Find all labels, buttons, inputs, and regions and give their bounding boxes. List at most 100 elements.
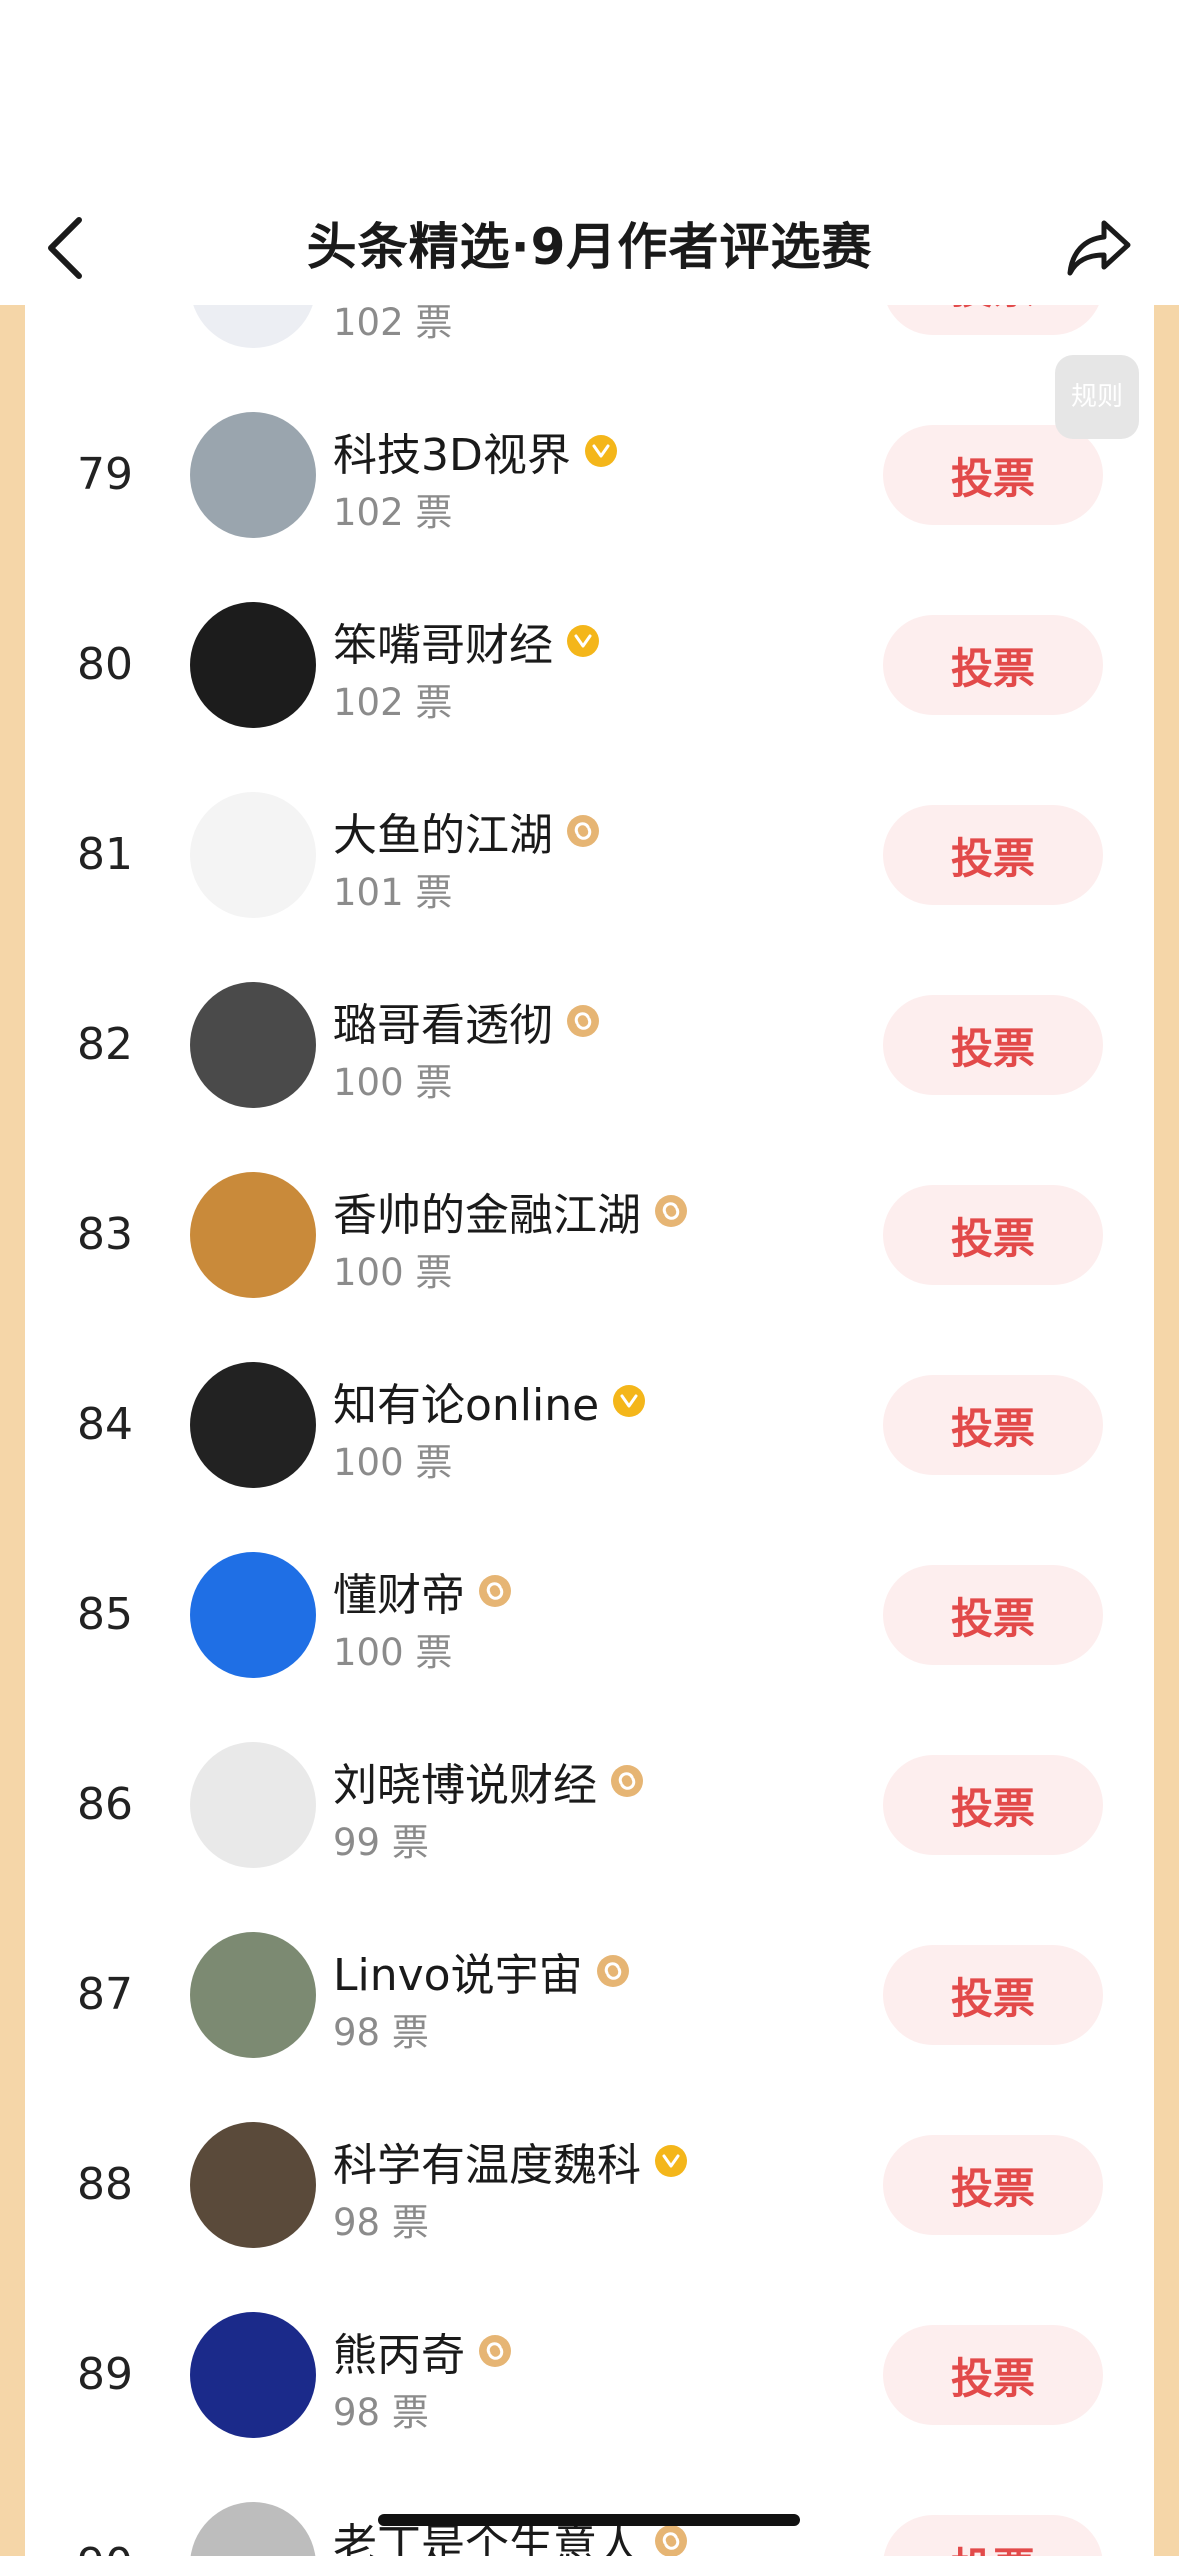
vote-button[interactable]: 投票 bbox=[883, 1755, 1103, 1855]
vote-count-unit: 票 bbox=[415, 1631, 453, 1674]
avatar[interactable] bbox=[190, 982, 316, 1108]
author-name[interactable]: 科学有温度魏科 bbox=[333, 2129, 641, 2193]
vote-count: 99 票 bbox=[333, 1812, 429, 1866]
list-item: 83 香帅的金融江湖 100 票投票 bbox=[25, 1140, 1154, 1330]
author-name-line: 懂财帝 bbox=[333, 1559, 511, 1623]
vote-button[interactable]: 投票 bbox=[883, 1185, 1103, 1285]
vote-button[interactable]: 投票 bbox=[883, 425, 1103, 525]
rank-number: 82 bbox=[77, 1019, 133, 1070]
author-name[interactable]: Linvo说宇宙 bbox=[333, 1939, 583, 2003]
rank-number: 83 bbox=[77, 1209, 133, 1260]
author-name-line: 熊丙奇 bbox=[333, 2319, 511, 2383]
author-name[interactable]: 璐哥看透彻 bbox=[333, 989, 553, 1053]
list-item: 86 刘晓博说财经 99 票 投票 bbox=[25, 1710, 1154, 1900]
verified-badge-icon bbox=[655, 2145, 687, 2177]
vote-count: 102 票 bbox=[333, 482, 452, 536]
vote-count-unit: 票 bbox=[415, 1251, 453, 1294]
vote-button[interactable]: 投票 bbox=[883, 615, 1103, 715]
author-name[interactable]: 懂财帝 bbox=[333, 1559, 465, 1623]
avatar[interactable] bbox=[190, 1172, 316, 1298]
author-name-line: Linvo说宇宙 bbox=[333, 1939, 629, 2003]
home-indicator bbox=[378, 2514, 800, 2526]
avatar[interactable] bbox=[190, 2312, 316, 2438]
vote-count: 100 票 bbox=[333, 1432, 452, 1486]
list-item: 102 票 投票 bbox=[25, 305, 1154, 380]
rank-number: 88 bbox=[77, 2159, 133, 2210]
list-item: 81 大鱼的江湖 101 票投票 bbox=[25, 760, 1154, 950]
vote-count-number: 98 bbox=[333, 2391, 381, 2434]
avatar[interactable] bbox=[190, 1552, 316, 1678]
verified-badge-icon bbox=[567, 625, 599, 657]
verified-badge-icon bbox=[567, 815, 599, 847]
vote-count: 100 票 bbox=[333, 1052, 452, 1106]
vote-count-number: 102 bbox=[333, 491, 404, 534]
list-item: 90老丁是个生意人投票 bbox=[25, 2470, 1154, 2556]
vote-button[interactable]: 投票 bbox=[883, 1945, 1103, 2045]
list-item: 79 科技3D视界 102 票投票 bbox=[25, 380, 1154, 570]
vote-count-unit: 票 bbox=[391, 2391, 429, 2434]
vote-count-number: 99 bbox=[333, 1821, 381, 1864]
vote-count: 102 票 bbox=[333, 672, 452, 726]
list-item: 89 熊丙奇 98 票投票 bbox=[25, 2280, 1154, 2470]
author-name[interactable]: 知有论online bbox=[333, 1369, 599, 1433]
author-name[interactable]: 刘晓博说财经 bbox=[333, 1749, 597, 1813]
list-item: 85 懂财帝 100 票投票 bbox=[25, 1520, 1154, 1710]
avatar[interactable] bbox=[190, 602, 316, 728]
vote-count-number: 98 bbox=[333, 2011, 381, 2054]
share-button[interactable] bbox=[1059, 208, 1139, 288]
vote-count: 98 票 bbox=[333, 2002, 429, 2056]
vote-count-number: 101 bbox=[333, 871, 404, 914]
vote-count: 101 票 bbox=[333, 862, 452, 916]
author-name[interactable]: 熊丙奇 bbox=[333, 2319, 465, 2383]
list-item: 80 笨嘴哥财经 102 票投票 bbox=[25, 570, 1154, 760]
vote-button[interactable]: 投票 bbox=[883, 1565, 1103, 1665]
vote-button[interactable]: 投票 bbox=[883, 305, 1103, 335]
rank-number: 86 bbox=[77, 1779, 133, 1830]
author-name-line: 大鱼的江湖 bbox=[333, 799, 599, 863]
rank-number: 79 bbox=[77, 449, 133, 500]
author-name[interactable]: 大鱼的江湖 bbox=[333, 799, 553, 863]
avatar[interactable] bbox=[190, 2122, 316, 2248]
avatar[interactable] bbox=[190, 305, 316, 348]
vote-count-number: 100 bbox=[333, 1441, 404, 1484]
vote-count-unit: 票 bbox=[415, 1441, 453, 1484]
author-name[interactable]: 科技3D视界 bbox=[333, 419, 571, 483]
verified-badge-icon bbox=[584, 435, 617, 467]
list-item: 82 璐哥看透彻 100 票投票 bbox=[25, 950, 1154, 1140]
list-item: 87 Linvo说宇宙 98 票投票 bbox=[25, 1900, 1154, 2090]
vote-button[interactable]: 投票 bbox=[883, 2515, 1103, 2556]
vote-count: 98 票 bbox=[333, 2382, 429, 2436]
author-name[interactable]: 笨嘴哥财经 bbox=[333, 609, 553, 673]
list-item: 84 知有论online 100 票投票 bbox=[25, 1330, 1154, 1520]
verified-badge-icon bbox=[567, 1005, 599, 1037]
verified-badge-icon bbox=[479, 2335, 511, 2367]
vote-count-unit: 票 bbox=[391, 2011, 429, 2054]
rank-number: 90 bbox=[60, 2470, 150, 2556]
vote-count-number: 100 bbox=[333, 1061, 404, 1104]
verified-badge-icon bbox=[655, 1195, 687, 1227]
avatar[interactable] bbox=[190, 1932, 316, 2058]
vote-count-unit: 票 bbox=[391, 2201, 429, 2244]
author-name-line: 璐哥看透彻 bbox=[333, 989, 599, 1053]
avatar[interactable] bbox=[190, 792, 316, 918]
vote-count-unit: 票 bbox=[415, 491, 453, 534]
rules-button[interactable]: 规则 bbox=[1055, 355, 1139, 439]
ranking-list: 102 票 投票 79科技3D视界102 票投票80笨嘴哥财经102 票投票81… bbox=[25, 305, 1154, 2556]
vote-button[interactable]: 投票 bbox=[883, 995, 1103, 1095]
vote-button[interactable]: 投票 bbox=[883, 2325, 1103, 2425]
avatar[interactable] bbox=[190, 412, 316, 538]
top-nav-bar: 头条精选·9月作者评选赛 bbox=[0, 190, 1179, 305]
vote-count: 102 票 bbox=[333, 305, 453, 344]
author-name[interactable]: 香帅的金融江湖 bbox=[333, 1179, 641, 1243]
verified-badge-icon bbox=[613, 1385, 646, 1417]
vote-button[interactable]: 投票 bbox=[883, 805, 1103, 905]
verified-badge-icon bbox=[611, 1765, 643, 1797]
verified-badge-icon bbox=[479, 1575, 511, 1607]
avatar[interactable] bbox=[190, 1742, 316, 1868]
vote-count-unit: 票 bbox=[415, 1061, 453, 1104]
vote-button[interactable]: 投票 bbox=[883, 2135, 1103, 2235]
vote-button[interactable]: 投票 bbox=[883, 1375, 1103, 1475]
avatar[interactable] bbox=[190, 2502, 316, 2556]
avatar[interactable] bbox=[190, 1362, 316, 1488]
author-name-line: 科技3D视界 bbox=[333, 419, 617, 483]
